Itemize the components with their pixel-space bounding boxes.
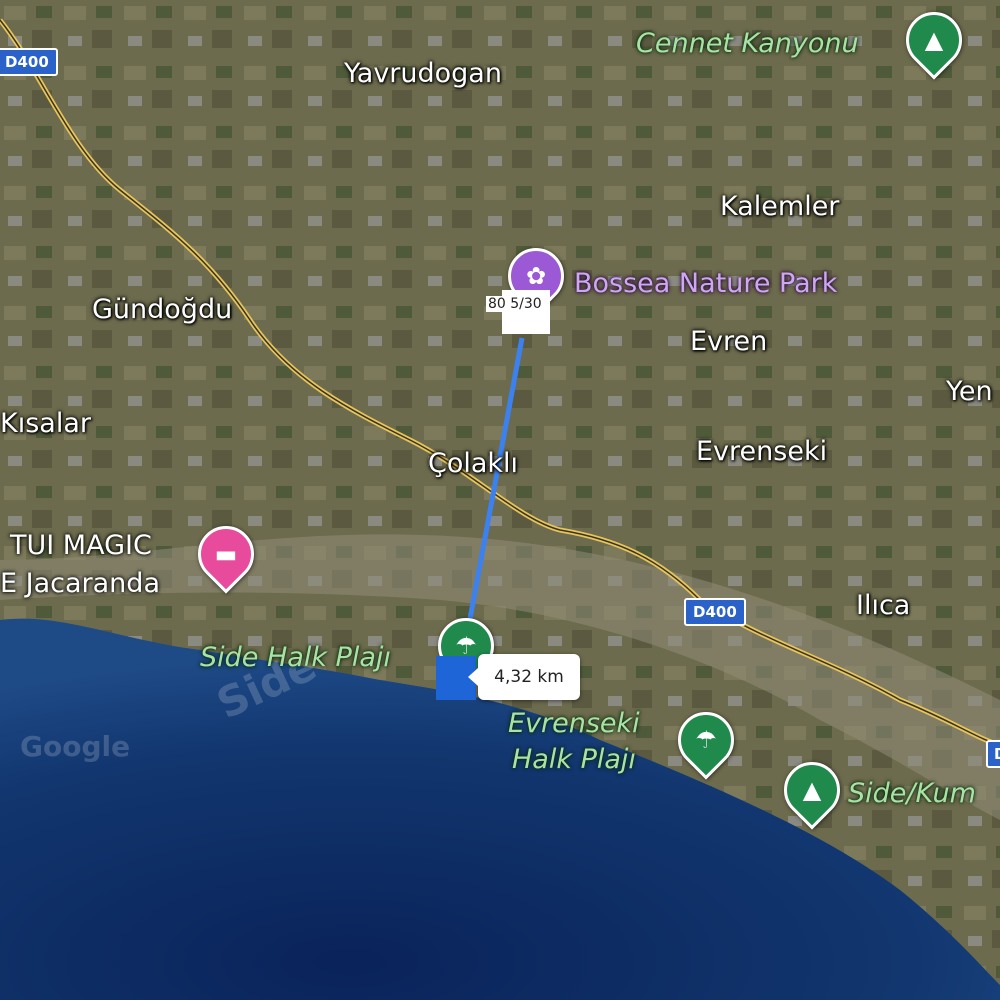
tree-icon: ▲ xyxy=(802,776,822,804)
google-watermark: Google xyxy=(20,730,131,763)
label-gundogdu[interactable]: Gündoğdu xyxy=(92,296,232,323)
label-side-kum[interactable]: Side/Kum xyxy=(848,780,976,807)
label-cennet-kanyonu[interactable]: Cennet Kanyonu xyxy=(636,30,859,57)
label-yavrudogan[interactable]: Yavrudogan xyxy=(344,60,502,87)
label-tui-magic-line2[interactable]: E Jacaranda xyxy=(0,570,160,597)
satellite-base-layer xyxy=(0,0,1000,1000)
label-yen[interactable]: Yen xyxy=(946,378,993,405)
bed-icon: ▬ xyxy=(214,540,238,568)
label-evrenseki-halk-line2[interactable]: Halk Plajı xyxy=(512,746,636,773)
umbrella-icon: ☂ xyxy=(695,726,717,754)
tree-icon: ▲ xyxy=(924,26,944,54)
road-shield-d400-top: D400 xyxy=(0,48,58,76)
label-evrenseki-halk-line1[interactable]: Evrenseki xyxy=(508,710,640,737)
label-ilica[interactable]: Ilıca xyxy=(856,592,910,619)
label-kalemler[interactable]: Kalemler xyxy=(720,193,839,220)
label-evren[interactable]: Evren xyxy=(690,328,767,355)
road-shield-d400-edge: D xyxy=(986,740,1000,768)
label-kisalar[interactable]: Kısalar xyxy=(0,410,91,437)
label-colakli[interactable]: Çolaklı xyxy=(428,450,518,477)
road-shield-d400-middle: D400 xyxy=(684,598,746,626)
label-evrenseki[interactable]: Evrenseki xyxy=(696,438,827,465)
label-bossea-nature-park[interactable]: Bossea Nature Park xyxy=(574,270,837,297)
label-side-halk-plaji[interactable]: Side Halk Plajı xyxy=(200,644,391,671)
distance-callout: 4,32 km xyxy=(468,654,580,700)
label-tui-magic-line1[interactable]: TUI MAGIC xyxy=(10,532,152,559)
map-canvas[interactable]: Google Side D400 D400 D Cennet Kanyonu ▲… xyxy=(0,0,1000,1000)
measure-start-tag: 80 5/30 xyxy=(486,296,544,312)
